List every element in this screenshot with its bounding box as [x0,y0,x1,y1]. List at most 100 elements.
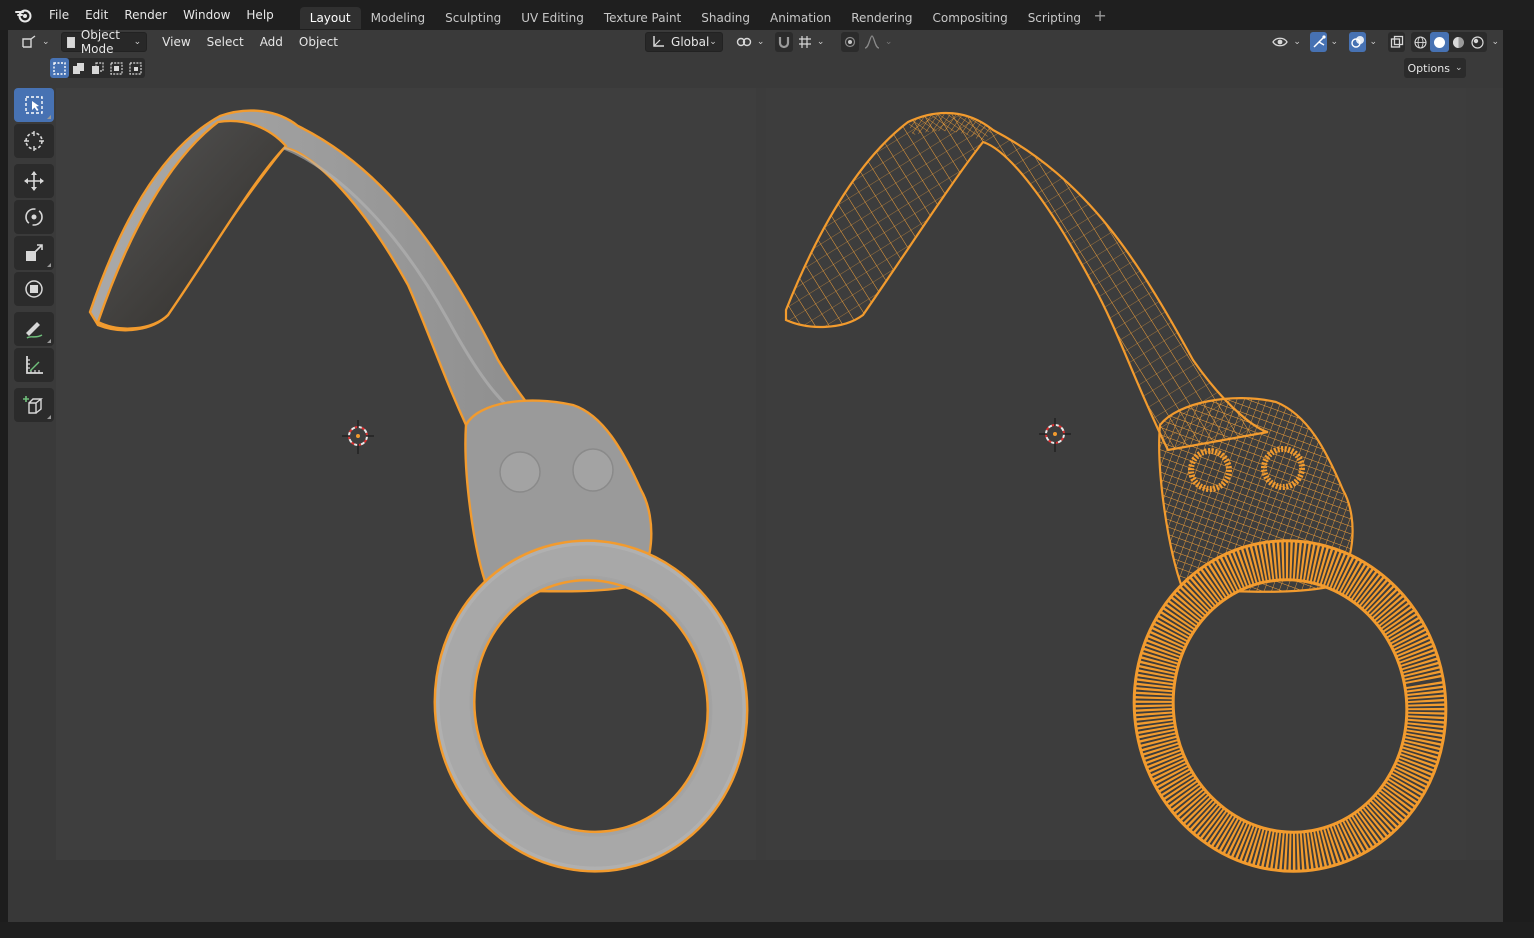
xray-icon [1390,35,1403,48]
select-subtract-button[interactable] [88,58,107,78]
pivot-point-button[interactable]: ⌄ [731,32,770,52]
falloff-curve-icon [864,35,880,49]
tab-modeling[interactable]: Modeling [361,7,436,29]
select-new-button[interactable] [50,58,69,78]
mode-label: Object Mode [80,28,120,56]
chevron-down-icon: ⌄ [1330,37,1338,47]
overlays-icon [1351,36,1364,48]
tab-compositing[interactable]: Compositing [922,7,1017,29]
tab-texture-paint[interactable]: Texture Paint [594,7,691,29]
gizmo-menu-button[interactable]: ⌄ [1327,32,1341,52]
xray-toggle-button[interactable] [1388,32,1406,52]
chevron-down-icon: ⌄ [1369,37,1377,47]
snap-toggle-button[interactable] [775,32,793,52]
tool-add-cube[interactable] [14,388,54,422]
select-box-icon [25,96,43,114]
select-extend-icon [73,62,84,74]
add-workspace-button[interactable]: + [1091,6,1109,28]
visibility-button[interactable]: ⌄ [1267,32,1306,52]
menu-view[interactable]: View [157,32,195,52]
tool-shelf [14,88,56,424]
menu-file[interactable]: File [41,4,77,26]
select-subtract-icon [92,61,104,74]
select-invert-button[interactable] [107,58,126,78]
overlays-menu-button[interactable]: ⌄ [1366,32,1380,52]
magnet-icon [779,37,790,49]
orientation-dropdown[interactable]: Global ⌄ [645,32,723,52]
menu-add[interactable]: Add [255,32,288,52]
menu-render[interactable]: Render [116,4,175,26]
tool-options-corner-icon [47,415,51,419]
snap-target-button[interactable]: ⌄ [793,32,830,52]
shading-rendered-button[interactable] [1468,32,1487,52]
options-label: Options [1407,61,1450,75]
material-sphere-icon [1453,36,1465,48]
shading-material-button[interactable] [1449,32,1468,52]
tool-transform[interactable] [14,272,54,306]
tool-scale[interactable] [14,236,54,270]
falloff-button[interactable]: ⌄ [859,32,898,52]
mode-dropdown[interactable]: Object Mode ⌄ [60,28,148,56]
select-extend-button[interactable] [69,58,88,78]
workspace-tabs: Layout Modeling Sculpting UV Editing Tex… [299,0,1109,30]
select-new-icon [53,61,66,75]
tab-uv-editing[interactable]: UV Editing [511,7,594,29]
rotate-icon [25,208,43,226]
tool-cursor[interactable] [14,124,54,158]
solid-sphere-icon [1434,36,1446,48]
tab-rendering[interactable]: Rendering [841,7,922,29]
annotate-icon [26,322,43,339]
scale-icon [26,244,43,261]
menu-help[interactable]: Help [238,4,281,26]
chevron-down-icon: ⌄ [709,37,717,47]
viewport-header: ⌄ Object Mode ⌄ View Select Add Object G… [8,28,1503,56]
blender-logo-icon[interactable] [13,4,35,26]
menu-window[interactable]: Window [175,4,238,26]
rendered-sphere-icon [1471,35,1485,49]
menu-select[interactable]: Select [202,32,249,52]
tab-scripting[interactable]: Scripting [1018,7,1091,29]
select-intersect-icon [129,61,142,75]
shading-solid-button[interactable] [1430,32,1450,52]
tool-select-box[interactable] [14,88,54,122]
sidebar-edge [1503,30,1534,922]
select-invert-icon [110,61,123,75]
menu-edit[interactable]: Edit [77,4,116,26]
move-icon [24,171,44,191]
overlays-toggle-button[interactable] [1348,32,1367,52]
chevron-down-icon: ⌄ [42,37,50,47]
measure-icon [26,356,43,374]
tab-shading[interactable]: Shading [691,7,760,29]
chevron-down-icon: ⌄ [1293,37,1301,47]
orientation-label: Global [671,35,710,49]
chevron-down-icon: ⌄ [1491,37,1500,47]
gizmo-toggle-button[interactable] [1309,32,1328,52]
cursor-icon [24,131,44,151]
tool-measure[interactable] [14,348,54,382]
tool-move[interactable] [14,164,54,198]
3d-viewport[interactable]: ⌄ Object Mode ⌄ View Select Add Object G… [8,28,1503,922]
editor-type-button[interactable]: ⌄ [16,32,55,52]
shading-mode-group [1411,32,1488,52]
shading-menu-button[interactable]: ⌄ [1487,32,1503,52]
chevron-down-icon: ⌄ [756,37,765,47]
options-dropdown[interactable]: Options ⌄ [1404,58,1466,78]
shading-wireframe-button[interactable] [1411,32,1430,52]
tool-annotate[interactable] [14,312,54,346]
top-menu-bar: File Edit Render Window Help Layout Mode… [0,0,1534,30]
tab-layout[interactable]: Layout [299,7,361,29]
proportional-edit-icon [845,36,856,48]
chevron-down-icon: ⌄ [1454,63,1463,73]
select-intersect-button[interactable] [126,58,145,78]
tab-sculpting[interactable]: Sculpting [435,7,511,29]
menu-object[interactable]: Object [294,32,343,52]
tool-rotate[interactable] [14,200,54,234]
object-mode-icon [66,36,75,48]
tab-animation[interactable]: Animation [760,7,841,29]
proportional-edit-button[interactable] [841,32,859,52]
orientation-icon [653,36,665,47]
pivot-icon [736,37,752,47]
viewport-canvas[interactable] [8,30,1503,922]
eye-icon [1272,37,1289,47]
chevron-down-icon: ⌄ [133,37,142,47]
